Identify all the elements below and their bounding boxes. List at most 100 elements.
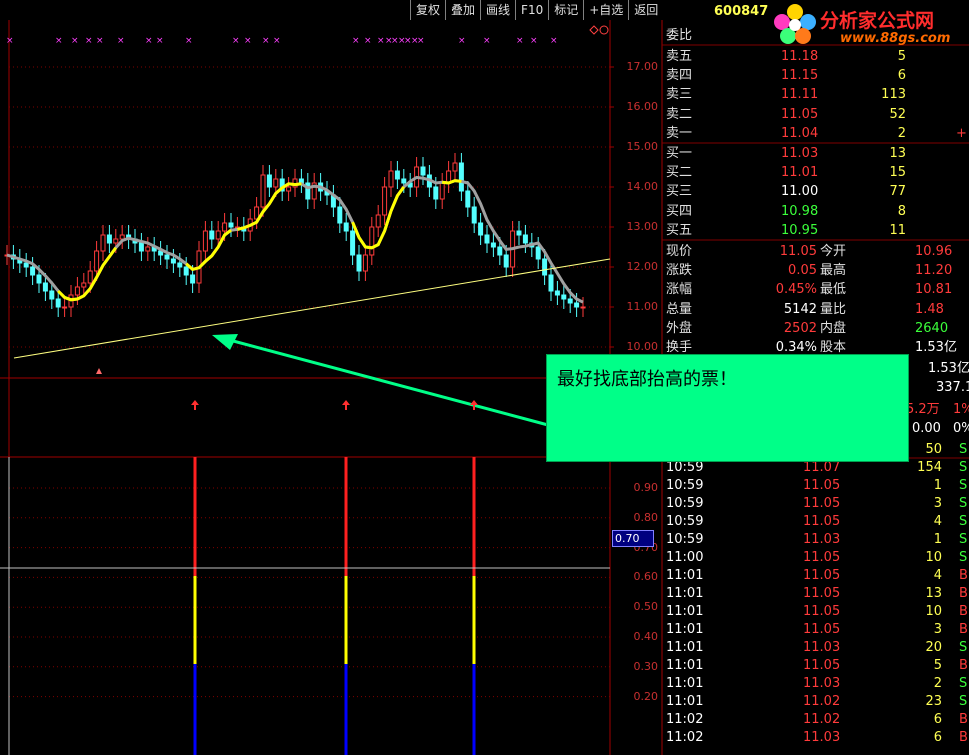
trade-price: 11.03 xyxy=(803,640,841,655)
candle-body xyxy=(49,290,55,300)
toolbar-f10-button[interactable]: F10 xyxy=(515,0,549,20)
toolbar-overlay-button[interactable]: 叠加 xyxy=(445,0,481,20)
quote-label: 最高 xyxy=(820,263,847,279)
ask-price: 11.18 xyxy=(781,49,819,64)
trade-side: B xyxy=(959,712,968,727)
candle-body xyxy=(516,230,522,236)
trade-time: 11:01 xyxy=(666,622,704,637)
price-tick-label: 10.00 xyxy=(626,340,659,353)
ask-label: 卖三 xyxy=(666,87,693,103)
candle-body xyxy=(490,242,496,248)
candle-body xyxy=(36,274,42,284)
candle-body xyxy=(286,186,292,192)
stock-code: 600847 xyxy=(714,4,769,19)
moving-average-highlight xyxy=(57,179,462,302)
candle-body xyxy=(574,302,580,308)
trade-volume: 1 xyxy=(933,478,942,493)
toolbar-back-button[interactable]: 返回 xyxy=(628,0,664,20)
quote-value: 11.05 xyxy=(779,244,817,259)
support-trendline xyxy=(13,258,611,359)
trade-volume: 2 xyxy=(933,676,942,691)
quote-extra-zero: 0.00 xyxy=(912,421,941,436)
corner-circle-icon xyxy=(599,25,609,35)
bid-price: 11.03 xyxy=(781,146,819,161)
trade-price: 11.05 xyxy=(803,496,841,511)
trade-side: B xyxy=(959,568,968,583)
signal-bar-bottom xyxy=(472,664,476,755)
candle-body xyxy=(458,162,464,192)
bid-volume: 77 xyxy=(889,184,906,200)
quote-value: 2640 xyxy=(915,320,949,336)
trade-side: B xyxy=(959,622,968,637)
candle-body xyxy=(471,206,477,224)
trade-time: 10:59 xyxy=(666,532,704,547)
bid-label: 买一 xyxy=(666,146,693,161)
trade-price: 11.05 xyxy=(803,586,841,601)
trade-side: S xyxy=(959,496,968,511)
trade-volume: 4 xyxy=(933,568,942,583)
candle-body xyxy=(170,258,176,264)
candle-body xyxy=(554,290,560,296)
top-marker: × xyxy=(458,36,466,46)
toolbar-add-watchlist-button[interactable]: +自选 xyxy=(583,0,629,20)
candle-body xyxy=(420,166,426,176)
candlesticks xyxy=(4,153,586,317)
bid-price: 11.00 xyxy=(781,184,819,200)
bid-label: 买四 xyxy=(666,203,693,219)
candle-body xyxy=(266,174,272,188)
candle-body xyxy=(183,266,189,276)
price-tick-label: 16.00 xyxy=(626,100,659,113)
signal-bar-mid xyxy=(472,576,476,664)
top-marker: × xyxy=(364,36,372,46)
top-marker: × xyxy=(273,36,281,46)
candle-body xyxy=(30,266,36,276)
candle-body xyxy=(74,286,80,296)
quote-value: 10.81 xyxy=(915,282,953,298)
candle-body xyxy=(100,234,106,252)
candle-body xyxy=(228,222,234,228)
bid-volume: 15 xyxy=(889,165,906,181)
quote-value: 1.53亿 xyxy=(915,340,957,355)
trade-price: 11.05 xyxy=(803,604,841,619)
bid-price: 10.98 xyxy=(781,203,819,219)
top-marker: × xyxy=(530,36,538,46)
trade-side: S xyxy=(959,460,968,475)
trade-time: 11:01 xyxy=(666,604,704,619)
bid-volume: 8 xyxy=(897,203,906,219)
trade-time: 10:59 xyxy=(666,496,704,511)
toolbar-fuquan-button[interactable]: 复权 xyxy=(410,0,446,20)
trade-price: 11.05 xyxy=(803,550,841,565)
trade-price: 11.02 xyxy=(803,694,841,709)
toolbar-draw-button[interactable]: 画线 xyxy=(480,0,516,20)
top-marker: × xyxy=(516,36,524,46)
candle-body xyxy=(94,250,100,272)
site-logo: 分析家公式网 www.88gs.com xyxy=(770,2,969,46)
candle-body xyxy=(548,274,554,292)
trade-side: S xyxy=(959,640,968,655)
quote-label: 内盘 xyxy=(820,320,847,336)
top-marker: × xyxy=(352,36,360,46)
ask-label: 卖一 xyxy=(666,125,693,141)
price-tick-label: 14.00 xyxy=(626,180,659,193)
price-tick-label: 13.00 xyxy=(626,220,659,233)
trade-time: 11:02 xyxy=(666,730,704,745)
toolbar-mark-button[interactable]: 标记 xyxy=(548,0,584,20)
quote-value: 0.05 xyxy=(788,263,817,279)
top-marker: × xyxy=(85,36,93,46)
trade-side: B xyxy=(959,586,968,601)
quote-value: 11.20 xyxy=(915,263,953,279)
indicator-tick-label: 0.90 xyxy=(633,481,659,494)
ask-volume: 113 xyxy=(881,87,906,103)
ask-price: 11.15 xyxy=(781,68,819,84)
quote-extra-shares: 1.53亿 xyxy=(928,361,969,376)
candle-body xyxy=(567,298,573,304)
callout-arrow xyxy=(212,334,549,427)
ask-price: 11.05 xyxy=(781,106,819,122)
candle-body xyxy=(164,254,170,260)
candle-body xyxy=(375,214,381,228)
signal-bar-bottom xyxy=(193,664,197,755)
candle-body xyxy=(209,230,215,240)
bid-label: 买三 xyxy=(666,184,693,200)
top-marker: × xyxy=(156,36,164,46)
trade-price: 11.02 xyxy=(803,712,841,727)
